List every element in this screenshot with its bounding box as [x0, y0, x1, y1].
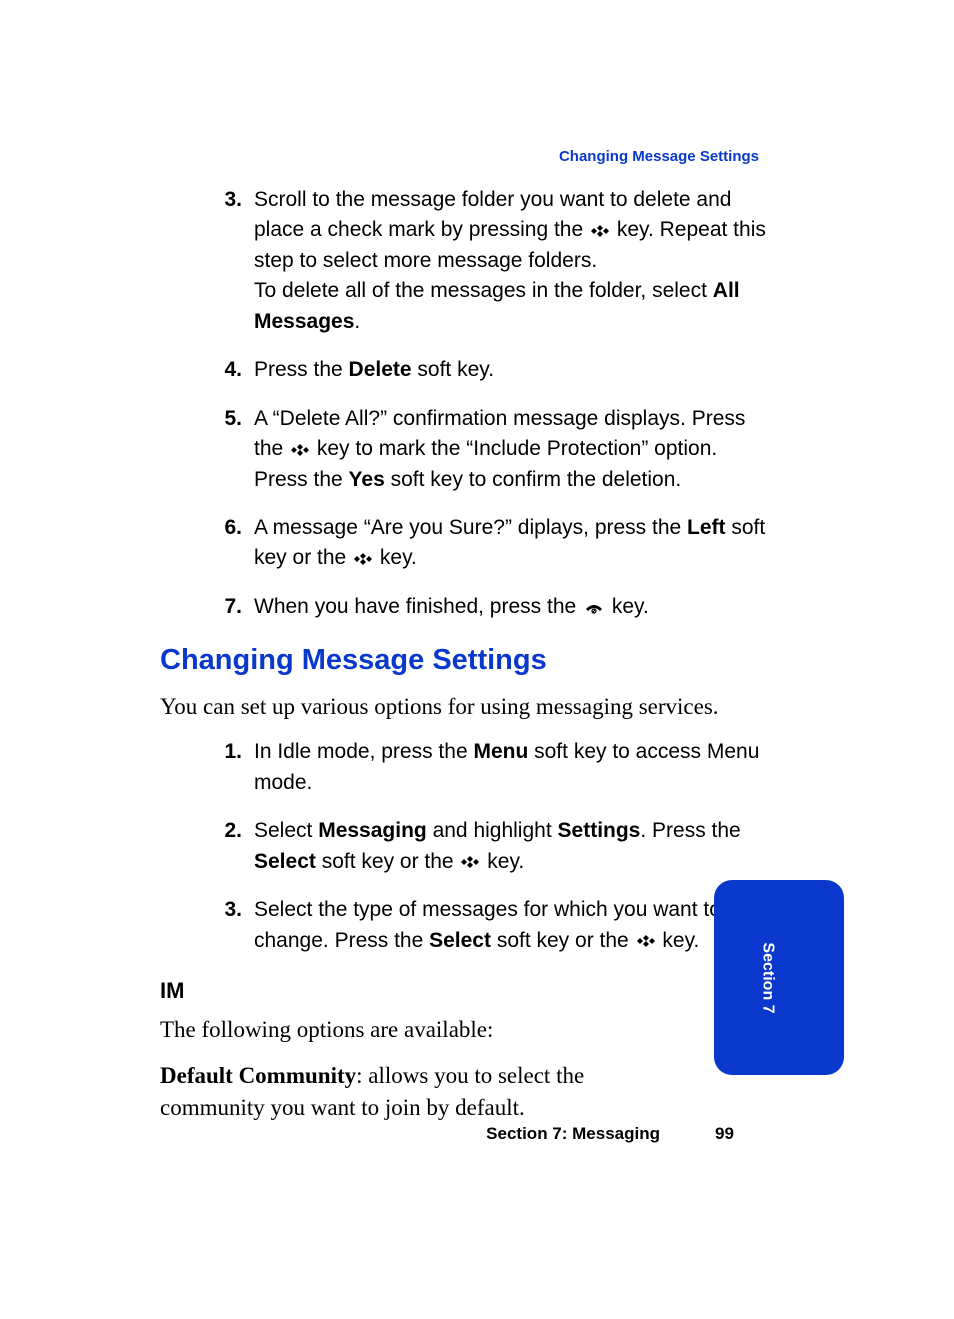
list-number: 3.: [160, 895, 254, 956]
section-heading: Changing Message Settings: [160, 644, 770, 677]
bold-text: Left: [687, 516, 726, 539]
end-key-icon: [583, 599, 605, 615]
ok-key-icon: [353, 551, 373, 567]
list-body: Scroll to the message folder you want to…: [254, 185, 770, 337]
list-number: 1.: [160, 737, 254, 798]
ordered-list-steps-b: 1.In Idle mode, press the Menu soft key …: [160, 737, 770, 956]
footer-page-number: 99: [715, 1124, 734, 1144]
list-body: Select Messaging and highlight Settings.…: [254, 816, 770, 877]
bold-text: Select: [254, 850, 316, 873]
list-body: When you have finished, press the key.: [254, 592, 770, 622]
bold-text: Delete: [349, 358, 412, 381]
ok-key-icon: [590, 223, 610, 239]
list-number: 4.: [160, 355, 254, 385]
sub-heading-im: IM: [160, 978, 770, 1004]
list-body: Press the Delete soft key.: [254, 355, 770, 385]
list-item: 3.Select the type of messages for which …: [160, 895, 770, 956]
list-body: A “Delete All?” confirmation message dis…: [254, 404, 770, 495]
section-tab: Section 7: [714, 880, 844, 1075]
page-content: 3.Scroll to the message folder you want …: [160, 185, 770, 1139]
list-item: 2.Select Messaging and highlight Setting…: [160, 816, 770, 877]
list-item: 5.A “Delete All?” confirmation message d…: [160, 404, 770, 495]
list-body: In Idle mode, press the Menu soft key to…: [254, 737, 770, 798]
footer-section-title: Section 7: Messaging: [0, 1124, 660, 1144]
list-number: 2.: [160, 816, 254, 877]
ok-key-icon: [290, 442, 310, 458]
ok-key-icon: [636, 933, 656, 949]
ordered-list-steps-a: 3.Scroll to the message folder you want …: [160, 185, 770, 622]
option-label: Default Community: [160, 1063, 356, 1088]
list-number: 5.: [160, 404, 254, 495]
bold-text: Menu: [473, 740, 528, 763]
list-item: 3.Scroll to the message folder you want …: [160, 185, 770, 337]
list-number: 6.: [160, 513, 254, 574]
running-head: Changing Message Settings: [559, 148, 759, 165]
list-item: 7.When you have finished, press the key.: [160, 592, 770, 622]
list-body: Select the type of messages for which yo…: [254, 895, 770, 956]
bold-text: Messaging: [318, 819, 427, 842]
intro-paragraph: You can set up various options for using…: [160, 691, 770, 723]
bold-text: All Messages: [254, 279, 740, 332]
im-intro: The following options are available:: [160, 1014, 620, 1046]
document-page: Changing Message Settings 3.Scroll to th…: [0, 0, 954, 1319]
bold-text: Yes: [349, 468, 385, 491]
list-body: A message “Are you Sure?” diplays, press…: [254, 513, 770, 574]
list-number: 3.: [160, 185, 254, 337]
section-tab-label: Section 7: [759, 942, 777, 1013]
list-number: 7.: [160, 592, 254, 622]
list-item: 1.In Idle mode, press the Menu soft key …: [160, 737, 770, 798]
bold-text: Settings: [558, 819, 641, 842]
ok-key-icon: [460, 854, 480, 870]
list-item: 6.A message “Are you Sure?” diplays, pre…: [160, 513, 770, 574]
im-option: Default Community: allows you to select …: [160, 1060, 620, 1124]
list-item: 4.Press the Delete soft key.: [160, 355, 770, 385]
bold-text: Select: [429, 929, 491, 952]
